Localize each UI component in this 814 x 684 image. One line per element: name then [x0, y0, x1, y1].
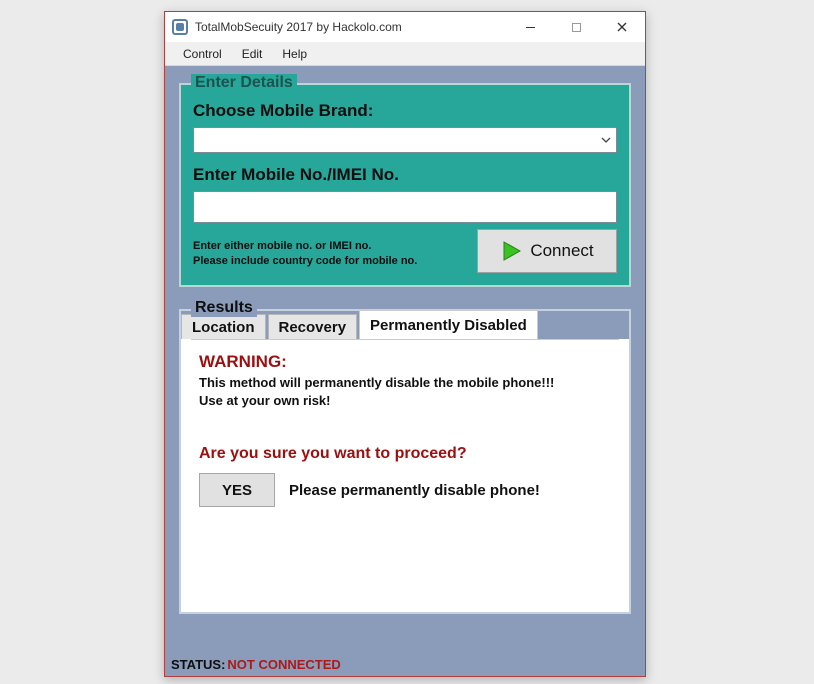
tab-panel-permanently-disabled: WARNING: This method will permanently di…: [191, 339, 619, 600]
titlebar: TotalMobSecuity 2017 by Hackolo.com: [165, 12, 645, 42]
hint-text: Enter either mobile no. or IMEI no. Plea…: [193, 239, 417, 269]
maximize-button[interactable]: [553, 12, 599, 42]
hint-line2: Please include country code for mobile n…: [193, 255, 417, 267]
play-icon: [500, 240, 522, 262]
app-window: TotalMobSecuity 2017 by Hackolo.com Cont…: [164, 11, 646, 677]
chevron-down-icon: [596, 128, 616, 152]
yes-caption: Please permanently disable phone!: [289, 482, 540, 499]
enter-details-group: Enter Details Choose Mobile Brand: Enter…: [179, 83, 631, 287]
imei-label: Enter Mobile No./IMEI No.: [193, 165, 617, 185]
minimize-button[interactable]: [507, 12, 553, 42]
tab-recovery[interactable]: Recovery: [268, 314, 358, 339]
connect-button[interactable]: Connect: [477, 229, 617, 273]
menu-edit[interactable]: Edit: [232, 44, 273, 64]
menu-control[interactable]: Control: [173, 44, 232, 64]
status-label: STATUS:: [171, 657, 225, 672]
results-legend: Results: [191, 299, 257, 317]
status-bar: STATUS: NOT CONNECTED: [165, 652, 645, 676]
brand-selected-value: [194, 128, 596, 152]
window-title: TotalMobSecuity 2017 by Hackolo.com: [195, 20, 402, 34]
imei-input[interactable]: [193, 191, 617, 223]
warning-title: WARNING:: [199, 352, 611, 372]
yes-label: YES: [222, 482, 252, 499]
app-icon: [172, 19, 188, 35]
close-button[interactable]: [599, 12, 645, 42]
warning-line2: Use at your own risk!: [199, 393, 330, 408]
yes-button[interactable]: YES: [199, 473, 275, 507]
brand-label: Choose Mobile Brand:: [193, 101, 617, 121]
brand-combobox[interactable]: [193, 127, 617, 153]
warning-line1: This method will permanently disable the…: [199, 375, 554, 390]
enter-details-legend: Enter Details: [191, 74, 297, 92]
menu-help[interactable]: Help: [272, 44, 317, 64]
connect-label: Connect: [530, 241, 593, 261]
tab-location[interactable]: Location: [181, 314, 266, 339]
confirm-question: Are you sure you want to proceed?: [199, 445, 611, 463]
warning-body: This method will permanently disable the…: [199, 374, 611, 409]
results-group: Results Location Recovery Permanently Di…: [179, 309, 631, 614]
status-value: NOT CONNECTED: [227, 657, 340, 672]
client-area: Enter Details Choose Mobile Brand: Enter…: [165, 65, 645, 676]
tab-permanently-disabled[interactable]: Permanently Disabled: [359, 310, 538, 339]
hint-line1: Enter either mobile no. or IMEI no.: [193, 240, 371, 252]
menubar: Control Edit Help: [165, 42, 645, 66]
